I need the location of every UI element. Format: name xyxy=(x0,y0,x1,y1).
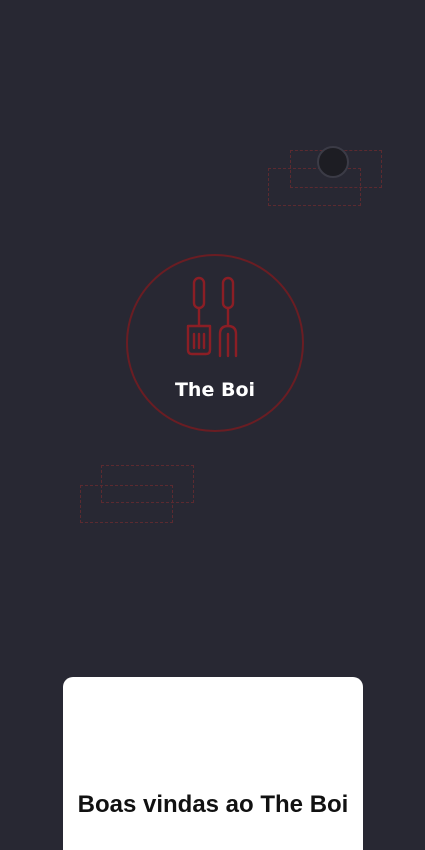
spatula-and-fork-icon xyxy=(186,276,238,358)
brand-name: The Boi xyxy=(174,379,256,401)
decorative-frame-top-2 xyxy=(268,168,361,206)
decorative-frame-bottom-2 xyxy=(80,485,173,523)
welcome-card: Boas vindas ao The Boi xyxy=(63,677,363,850)
welcome-title: Boas vindas ao The Boi xyxy=(77,791,349,818)
splash-screen: The Boi Boas vindas ao The Boi xyxy=(0,0,425,850)
decorative-dot xyxy=(317,146,349,178)
